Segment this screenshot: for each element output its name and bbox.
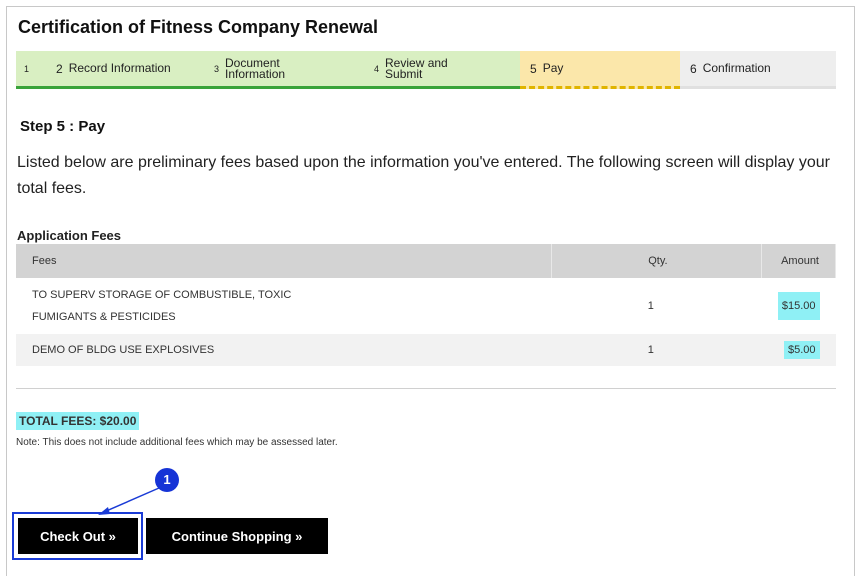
step-callout-badge: 1 (155, 468, 179, 492)
check-out-button[interactable]: Check Out » (18, 518, 138, 554)
callout-arrow-icon (98, 487, 160, 515)
continue-shopping-button[interactable]: Continue Shopping » (146, 518, 328, 554)
